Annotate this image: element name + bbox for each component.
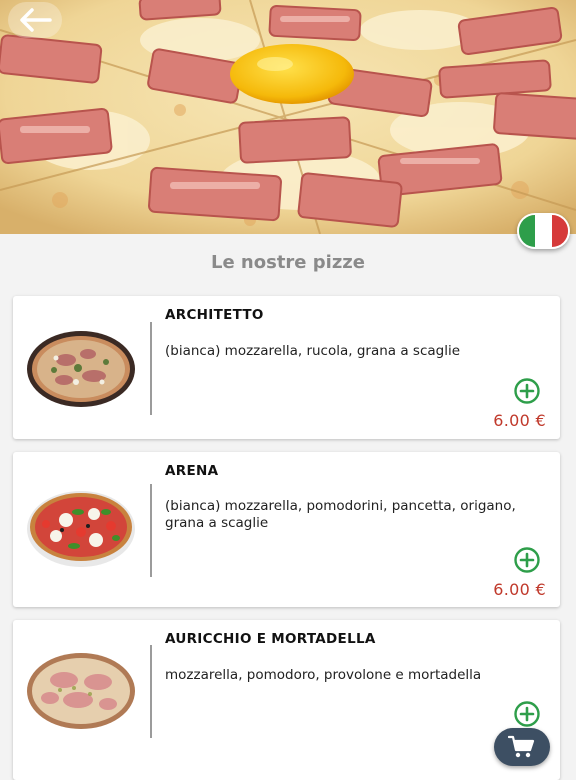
pizza-thumbnail xyxy=(27,653,135,729)
plus-circle-icon[interactable] xyxy=(513,377,541,405)
card-divider xyxy=(150,645,152,738)
pizza-name: ARCHITETTO xyxy=(165,307,264,323)
back-button[interactable] xyxy=(8,2,62,38)
card-divider xyxy=(150,484,152,577)
pizza-thumbnail xyxy=(27,491,135,567)
section-title: Le nostre pizze xyxy=(210,252,365,273)
pizza-description: mozzarella, pomodoro, provolone e mortad… xyxy=(165,667,482,683)
pizza-card-auricchio-e-mortadella[interactable]: AURICCHIO E MORTADELLA mozzarella, pomod… xyxy=(13,620,560,780)
hero-pizza-image xyxy=(0,0,576,234)
pizza-description: (bianca) mozzarella, rucola, grana a sca… xyxy=(165,343,461,359)
pizza-description: (bianca) mozzarella, pomodorini, pancett… xyxy=(165,498,516,531)
pizza-price: 6.00 € xyxy=(493,580,546,599)
arrow-left-icon xyxy=(20,8,52,32)
card-divider xyxy=(150,322,152,415)
plus-circle-icon[interactable] xyxy=(513,700,541,728)
pizza-thumbnail xyxy=(27,331,135,407)
pizza-name: ARENA xyxy=(165,463,219,479)
pizza-price: 6.00 € xyxy=(493,411,546,430)
plus-circle-icon[interactable] xyxy=(513,546,541,574)
pizza-name: AURICCHIO E MORTADELLA xyxy=(165,631,376,647)
shopping-cart-icon xyxy=(508,735,535,758)
cart-button[interactable] xyxy=(494,728,550,766)
pizza-card-architetto[interactable]: ARCHITETTO (bianca) mozzarella, rucola, … xyxy=(13,296,560,439)
pizza-card-arena[interactable]: ARENA (bianca) mozzarella, pomodorini, p… xyxy=(13,452,560,607)
italy-flag-icon xyxy=(519,215,536,247)
language-flag-button[interactable] xyxy=(517,213,570,249)
